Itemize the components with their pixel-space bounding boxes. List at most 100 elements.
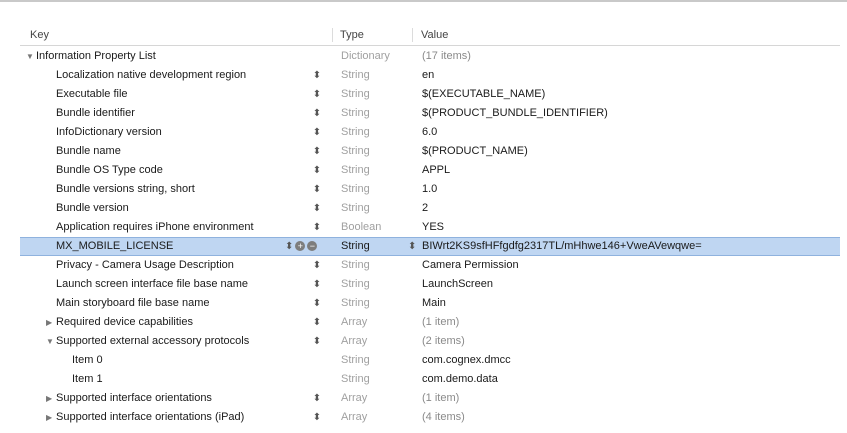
row-key[interactable]: Supported interface orientations <box>56 392 212 404</box>
table-row-selected[interactable]: MX_MOBILE_LICENSE ⬍ + − String ⬍ BIWrt2KS9… <box>20 237 840 256</box>
row-value[interactable]: com.demo.data <box>422 370 498 389</box>
row-type[interactable]: String <box>341 123 370 142</box>
table-row[interactable]: ▼ Supported external accessory protocols … <box>20 332 840 351</box>
row-value[interactable]: LaunchScreen <box>422 275 493 294</box>
stepper-icon[interactable]: ⬍ <box>311 142 323 161</box>
row-type[interactable]: String <box>341 180 370 199</box>
row-type[interactable]: Array <box>341 332 367 351</box>
type-stepper-icon[interactable]: ⬍ <box>408 238 416 255</box>
stepper-icon[interactable]: ⬍ <box>285 238 293 255</box>
root-type[interactable]: Dictionary <box>341 47 390 66</box>
column-header-type[interactable]: Type <box>340 29 364 41</box>
stepper-icon[interactable]: ⬍ <box>311 104 323 123</box>
table-row[interactable]: Main storyboard file base name ⬍ String … <box>20 294 840 313</box>
row-type[interactable]: String <box>341 351 370 370</box>
remove-row-icon[interactable]: − <box>307 241 318 252</box>
row-value[interactable]: YES <box>422 218 444 237</box>
column-divider[interactable] <box>332 28 333 42</box>
row-type[interactable]: String <box>341 238 370 255</box>
table-row[interactable]: ▶ Supported interface orientations (iPad)… <box>20 408 840 427</box>
row-key[interactable]: Bundle name <box>20 142 351 161</box>
stepper-icon[interactable]: ⬍ <box>311 85 323 104</box>
stepper-icon[interactable]: ⬍ <box>311 199 323 218</box>
row-key[interactable]: InfoDictionary version <box>20 123 351 142</box>
column-header-value[interactable]: Value <box>421 29 448 41</box>
row-key[interactable]: Bundle OS Type code <box>20 161 351 180</box>
row-type[interactable]: String <box>341 199 370 218</box>
row-key[interactable]: Required device capabilities <box>56 316 193 328</box>
row-type[interactable]: String <box>341 256 370 275</box>
row-value[interactable]: Main <box>422 294 446 313</box>
row-key[interactable]: Supported interface orientations (iPad) <box>56 411 244 423</box>
table-row[interactable]: Bundle versions string, short ⬍ String 1… <box>20 180 840 199</box>
row-value[interactable]: Camera Permission <box>422 256 519 275</box>
stepper-icon[interactable]: ⬍ <box>311 218 323 237</box>
row-type[interactable]: Boolean <box>341 218 381 237</box>
table-row[interactable]: Privacy - Camera Usage Description ⬍ Str… <box>20 256 840 275</box>
row-value[interactable]: $(EXECUTABLE_NAME) <box>422 85 545 104</box>
stepper-icon[interactable]: ⬍ <box>311 408 323 427</box>
disclosure-collapsed-icon[interactable]: ▶ <box>46 313 56 332</box>
row-key[interactable]: Main storyboard file base name <box>20 294 351 313</box>
table-row[interactable]: Executable file ⬍ String $(EXECUTABLE_NA… <box>20 85 840 104</box>
row-type[interactable]: String <box>341 85 370 104</box>
row-value[interactable]: 6.0 <box>422 123 437 142</box>
row-key[interactable]: Executable file <box>20 85 351 104</box>
stepper-icon[interactable]: ⬍ <box>311 275 323 294</box>
table-row[interactable]: Bundle identifier ⬍ String $(PRODUCT_BUN… <box>20 104 840 123</box>
row-value[interactable]: 1.0 <box>422 180 437 199</box>
stepper-icon[interactable]: ⬍ <box>311 123 323 142</box>
row-value[interactable]: en <box>422 66 434 85</box>
row-type[interactable]: String <box>341 66 370 85</box>
disclosure-expanded-icon[interactable]: ▼ <box>26 47 36 66</box>
column-divider[interactable] <box>412 28 413 42</box>
stepper-icon[interactable]: ⬍ <box>311 161 323 180</box>
table-row[interactable]: ▶ Required device capabilities ⬍ Array (1… <box>20 313 840 332</box>
row-value[interactable]: BIWrt2KS9sfHFfgdfg2317TL/mHhwe146+VweAVe… <box>422 238 702 255</box>
row-type[interactable]: Array <box>341 389 367 408</box>
table-row[interactable]: InfoDictionary version ⬍ String 6.0 <box>20 123 840 142</box>
table-row[interactable]: Item 0 String com.cognex.dmcc <box>20 351 840 370</box>
stepper-icon[interactable]: ⬍ <box>311 66 323 85</box>
row-key[interactable]: Bundle identifier <box>20 104 351 123</box>
add-row-icon[interactable]: + <box>295 241 306 252</box>
disclosure-collapsed-icon[interactable]: ▶ <box>46 389 56 408</box>
row-key[interactable]: Supported external accessory protocols <box>56 335 249 347</box>
row-key[interactable]: Privacy - Camera Usage Description <box>20 256 351 275</box>
table-row[interactable]: ▶ Supported interface orientations ⬍ Arra… <box>20 389 840 408</box>
stepper-icon[interactable]: ⬍ <box>311 332 323 351</box>
table-row[interactable]: Localization native development region ⬍… <box>20 66 840 85</box>
table-row[interactable]: Bundle version ⬍ String 2 <box>20 199 840 218</box>
row-value[interactable]: 2 <box>422 199 428 218</box>
table-row[interactable]: Launch screen interface file base name ⬍… <box>20 275 840 294</box>
stepper-icon[interactable]: ⬍ <box>311 313 323 332</box>
row-type[interactable]: Array <box>341 408 367 427</box>
row-key[interactable]: Bundle versions string, short <box>20 180 351 199</box>
row-key[interactable]: Application requires iPhone environment <box>20 218 351 237</box>
row-type[interactable]: String <box>341 275 370 294</box>
row-value[interactable]: com.cognex.dmcc <box>422 351 511 370</box>
table-row[interactable]: Bundle OS Type code ⬍ String APPL <box>20 161 840 180</box>
row-type[interactable]: String <box>341 161 370 180</box>
row-type[interactable]: String <box>341 370 370 389</box>
row-key[interactable]: Bundle version <box>20 199 351 218</box>
disclosure-expanded-icon[interactable]: ▼ <box>46 332 56 351</box>
table-row[interactable]: Bundle name ⬍ String $(PRODUCT_NAME) <box>20 142 840 161</box>
table-row[interactable]: Application requires iPhone environment … <box>20 218 840 237</box>
row-value[interactable]: $(PRODUCT_BUNDLE_IDENTIFIER) <box>422 104 608 123</box>
column-header-key[interactable]: Key <box>30 29 49 41</box>
row-key[interactable]: Localization native development region <box>20 66 351 85</box>
disclosure-collapsed-icon[interactable]: ▶ <box>46 408 56 427</box>
stepper-icon[interactable]: ⬍ <box>311 389 323 408</box>
root-row[interactable]: ▼ Information Property List Dictionary (1… <box>20 47 840 66</box>
stepper-icon[interactable]: ⬍ <box>311 180 323 199</box>
row-type[interactable]: String <box>341 142 370 161</box>
row-type[interactable]: Array <box>341 313 367 332</box>
table-row[interactable]: Item 1 String com.demo.data <box>20 370 840 389</box>
row-type[interactable]: String <box>341 104 370 123</box>
row-type[interactable]: String <box>341 294 370 313</box>
row-value[interactable]: $(PRODUCT_NAME) <box>422 142 528 161</box>
stepper-icon[interactable]: ⬍ <box>311 256 323 275</box>
row-key[interactable]: Launch screen interface file base name <box>20 275 351 294</box>
stepper-icon[interactable]: ⬍ <box>311 294 323 313</box>
